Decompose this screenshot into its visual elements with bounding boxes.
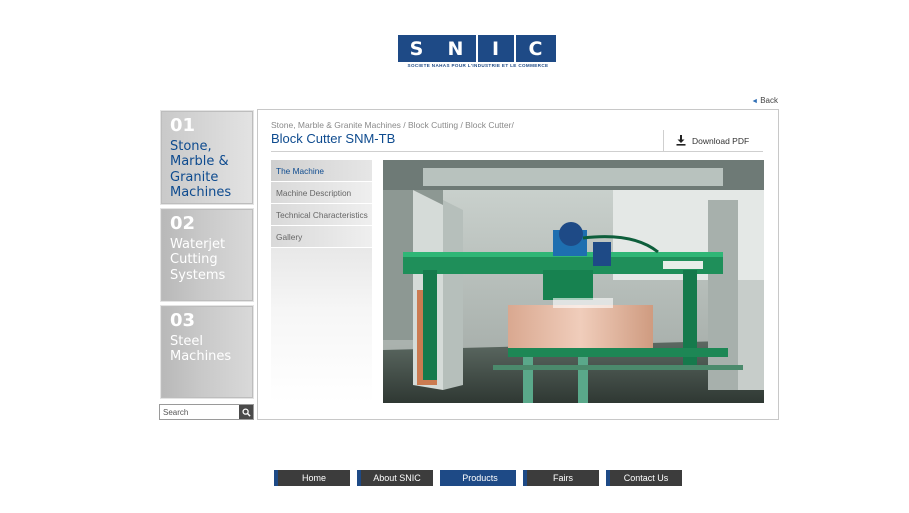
snic-logo[interactable]: S N I C SOCIETE NAHAS POUR L'INDUSTRIE E… [398, 35, 558, 69]
bottom-navigation: Home About SNIC Products Fairs Contact U… [274, 470, 682, 486]
nav-label: About SNIC [373, 473, 421, 483]
logo-tile-sn: S N [398, 35, 476, 62]
menu-item-machine-description[interactable]: Machine Description [271, 182, 372, 203]
nav-products[interactable]: Products [440, 470, 516, 486]
category-sidebar: 01 Stone, Marble & Granite Machines 02 W… [160, 110, 254, 402]
logo-tagline: SOCIETE NAHAS POUR L'INDUSTRIE ET LE COM… [407, 63, 549, 68]
nav-home[interactable]: Home [274, 470, 350, 486]
category-title: Steel Machines [170, 334, 232, 365]
logo-letter: C [528, 37, 544, 60]
logo-letter: I [491, 37, 501, 60]
block-cutter-illustration [383, 160, 764, 403]
search-button[interactable] [239, 405, 253, 419]
search-box [159, 404, 254, 420]
nav-contact-us[interactable]: Contact Us [606, 470, 682, 486]
logo-letter: S [409, 37, 425, 60]
machine-photo [383, 160, 764, 403]
page-title: Block Cutter SNM-TB [271, 131, 396, 146]
download-pdf-button[interactable]: Download PDF [663, 130, 759, 151]
nav-label: Products [462, 473, 498, 483]
nav-fairs[interactable]: Fairs [523, 470, 599, 486]
category-number: 02 [170, 213, 196, 234]
nav-label: Contact Us [623, 473, 669, 483]
breadcrumb: Stone, Marble & Granite Machines / Block… [271, 120, 514, 130]
category-stone-marble-granite[interactable]: 01 Stone, Marble & Granite Machines [160, 110, 254, 205]
category-steel[interactable]: 03 Steel Machines [160, 305, 254, 399]
menu-item-label: Machine Description [276, 187, 352, 198]
nav-label: Fairs [553, 473, 573, 483]
logo-tile-i: I [478, 35, 514, 62]
logo-tile-c: C [516, 35, 556, 62]
menu-item-gallery[interactable]: Gallery [271, 226, 372, 247]
logo-letter: N [447, 37, 465, 60]
menu-item-technical-characteristics[interactable]: Technical Characteristics [271, 204, 372, 225]
download-pdf-label: Download PDF [692, 135, 750, 146]
category-title: Waterjet Cutting Systems [170, 237, 226, 283]
back-arrow-icon: ◄ [751, 98, 759, 105]
search-icon [241, 407, 251, 417]
category-number: 03 [170, 310, 196, 331]
menu-item-label: Technical Characteristics [276, 209, 368, 220]
product-menu: The Machine Machine Description Technica… [271, 160, 372, 403]
back-label: Back [760, 96, 778, 105]
back-link[interactable]: ◄ Back [751, 96, 778, 105]
category-title: Stone, Marble & Granite Machines [170, 139, 232, 200]
menu-item-label: Gallery [276, 231, 303, 242]
search-input[interactable] [160, 405, 239, 419]
product-panel: Stone, Marble & Granite Machines / Block… [257, 109, 779, 420]
nav-about-snic[interactable]: About SNIC [357, 470, 433, 486]
nav-label: Home [301, 473, 326, 483]
title-divider [271, 151, 763, 152]
menu-fade [271, 248, 372, 403]
download-icon [676, 135, 686, 146]
category-number: 01 [170, 115, 196, 136]
menu-item-the-machine[interactable]: The Machine [271, 160, 372, 181]
menu-item-label: The Machine [276, 165, 324, 176]
category-waterjet[interactable]: 02 Waterjet Cutting Systems [160, 208, 254, 302]
